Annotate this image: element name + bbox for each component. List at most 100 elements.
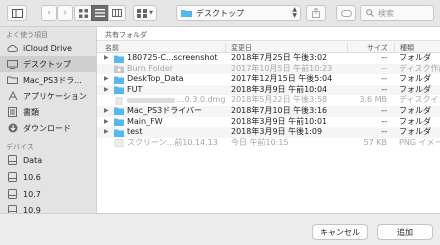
devices-header: デバイス xyxy=(6,143,34,151)
column-divider xyxy=(394,43,395,52)
sidebar-item-label: Data xyxy=(23,155,43,165)
image-file-icon xyxy=(114,139,124,147)
sidebar-item-label: 書類 xyxy=(23,107,39,117)
file-row[interactable]: ▶ test 2018年3月9日 午後1:09 -- フォルダ xyxy=(97,127,440,138)
file-date: 2018年7月10日 午後3:16 xyxy=(231,105,328,115)
share-button[interactable] xyxy=(306,5,326,21)
add-button[interactable]: 追加 xyxy=(377,224,433,240)
shared-folder-label: 共有フォルダ xyxy=(105,31,147,39)
forward-button[interactable]: › xyxy=(57,5,73,21)
folder-icon xyxy=(114,129,124,137)
folder-icon xyxy=(114,86,124,95)
sidebar-item-label: 10.7 xyxy=(23,189,41,199)
file-kind: ディスク作成 xyxy=(399,63,440,73)
file-size: -- xyxy=(381,53,387,62)
file-name: Burn Folder xyxy=(127,63,174,73)
file-name: 180725-C...screenshot xyxy=(127,53,218,62)
file-name: Mac_PS3ドライバー xyxy=(127,105,203,115)
file-date: 2017年12月15日 午後5:04 xyxy=(231,74,333,84)
file-kind: フォルダ xyxy=(399,53,431,62)
folder-icon xyxy=(114,55,124,63)
file-size: 3.6 MB xyxy=(359,95,387,105)
search-field[interactable]: 検索 xyxy=(360,5,434,21)
sidebar-item-label: 10.6 xyxy=(23,172,41,182)
cloud-icon xyxy=(7,43,18,54)
sidebar-toggle-button[interactable] xyxy=(7,5,27,21)
location-label: デスクトップ xyxy=(196,8,244,18)
icon-view-button[interactable] xyxy=(74,5,92,21)
sidebar-item-10-6[interactable]: 10.6 xyxy=(0,169,97,185)
file-kind: フォルダ xyxy=(399,74,431,84)
file-row[interactable]: ...0.3.0.dmg 2018年5月22日 午後3:58 3.6 MB ディ… xyxy=(97,95,440,106)
file-size: -- xyxy=(381,74,387,84)
redacted-text xyxy=(127,98,175,104)
file-date: 2017年10月5日 午前10:23 xyxy=(231,63,333,73)
updown-arrows-icon: ▲ ▼ xyxy=(292,6,297,19)
disclosure-triangle-icon[interactable]: ▶ xyxy=(104,85,109,96)
chevron-down-icon: ▼ xyxy=(149,10,153,16)
list-view-button[interactable] xyxy=(91,5,109,21)
cancel-button[interactable]: キャンセル xyxy=(312,224,368,240)
disclosure-triangle-icon[interactable]: ▶ xyxy=(104,117,109,128)
file-row[interactable]: Burn Folder 2017年10月5日 午前10:23 -- ディスク作成 xyxy=(97,63,440,75)
location-popup[interactable]: デスクトップ ▲ ▼ xyxy=(176,5,301,21)
sidebar-item-mac-ps3[interactable]: Mac_PS3ドラ... xyxy=(0,72,97,88)
column-divider xyxy=(347,43,348,52)
disk-image-icon xyxy=(115,96,123,105)
disclosure-triangle-icon[interactable]: ▶ xyxy=(104,74,109,85)
folder-icon xyxy=(181,10,192,17)
file-name: ...0.3.0.dmg xyxy=(177,95,226,105)
sidebar-icon xyxy=(11,8,23,18)
sidebar-item-desktop[interactable]: デスクトップ xyxy=(0,56,97,72)
file-kind: ディスクイメージ xyxy=(399,95,440,105)
sidebar-item-label: Mac_PS3ドラ... xyxy=(23,75,82,85)
file-row[interactable]: ▶ 180725-C...screenshot 2018年7月25日 午後3:0… xyxy=(97,53,440,64)
sidebar-item-data[interactable]: Data xyxy=(0,152,97,168)
back-button[interactable]: ‹ xyxy=(41,5,57,21)
group-button[interactable]: ▼ xyxy=(133,5,157,21)
column-size[interactable]: サイズ xyxy=(367,43,388,53)
disclosure-triangle-icon[interactable]: ▶ xyxy=(104,127,109,138)
file-size: -- xyxy=(381,105,387,115)
column-view-button[interactable] xyxy=(108,5,126,21)
view-mode-control xyxy=(74,5,126,21)
file-date: 2018年3月9日 午前10:04 xyxy=(231,84,328,94)
file-date: 今日 午前10:15 xyxy=(231,137,289,147)
grid-icon xyxy=(78,8,88,18)
column-date[interactable]: 変更日 xyxy=(231,43,252,53)
file-date: 2018年3月9日 午前10:01 xyxy=(231,116,328,126)
file-row[interactable]: ▶ Mac_PS3ドライバー 2018年7月10日 午後3:16 -- フォルダ xyxy=(97,105,440,117)
folder-icon xyxy=(114,76,124,84)
sidebar: よく使う項目 iCloud Drive デスクトップ Mac_PS3ドラ... … xyxy=(0,27,97,215)
file-name: FUT xyxy=(127,84,143,94)
file-kind: フォルダ xyxy=(399,84,431,94)
sidebar-item-icloud-drive[interactable]: iCloud Drive xyxy=(0,40,97,56)
share-icon xyxy=(312,8,320,18)
favorites-header: よく使う項目 xyxy=(6,31,48,39)
sidebar-item-applications[interactable]: アプリケーション xyxy=(0,88,97,104)
toolbar: ‹ › ▼ デスクトップ ▲ ▼ 検索 xyxy=(0,0,440,27)
file-kind: フォルダ xyxy=(399,116,431,126)
group-icon xyxy=(137,8,148,18)
disclosure-triangle-icon[interactable]: ▶ xyxy=(104,53,109,64)
desktop-icon xyxy=(7,59,18,70)
disclosure-triangle-icon[interactable]: ▶ xyxy=(104,106,109,117)
file-list: ▶ 180725-C...screenshot 2018年7月25日 午後3:0… xyxy=(97,53,440,148)
column-name[interactable]: 名前 xyxy=(105,43,119,53)
tag-button[interactable] xyxy=(336,5,356,21)
sidebar-item-downloads[interactable]: ダウンロード xyxy=(0,120,97,136)
file-date: 2018年5月22日 午後3:58 xyxy=(231,95,328,105)
dialog-footer: キャンセル 追加 xyxy=(0,213,440,245)
file-name: Main_FW xyxy=(127,116,163,126)
file-row[interactable]: ▶ Main_FW 2018年3月9日 午前10:01 -- フォルダ xyxy=(97,117,440,128)
file-row[interactable]: ▶ DeskTop_Data 2017年12月15日 午後5:04 -- フォル… xyxy=(97,74,440,85)
file-size: -- xyxy=(381,84,387,94)
list-icon xyxy=(95,9,105,17)
tag-icon xyxy=(340,9,352,17)
sidebar-item-10-7[interactable]: 10.7 xyxy=(0,186,97,202)
column-kind[interactable]: 種類 xyxy=(400,43,414,53)
file-row[interactable]: ▶ FUT 2018年3月9日 午前10:04 -- フォルダ xyxy=(97,84,440,96)
file-row[interactable]: スクリーン...前10.14.13 今日 午前10:15 57 KB PNG イ… xyxy=(97,138,440,149)
sidebar-item-documents[interactable]: 書類 xyxy=(0,104,97,120)
disk-icon xyxy=(7,189,18,200)
